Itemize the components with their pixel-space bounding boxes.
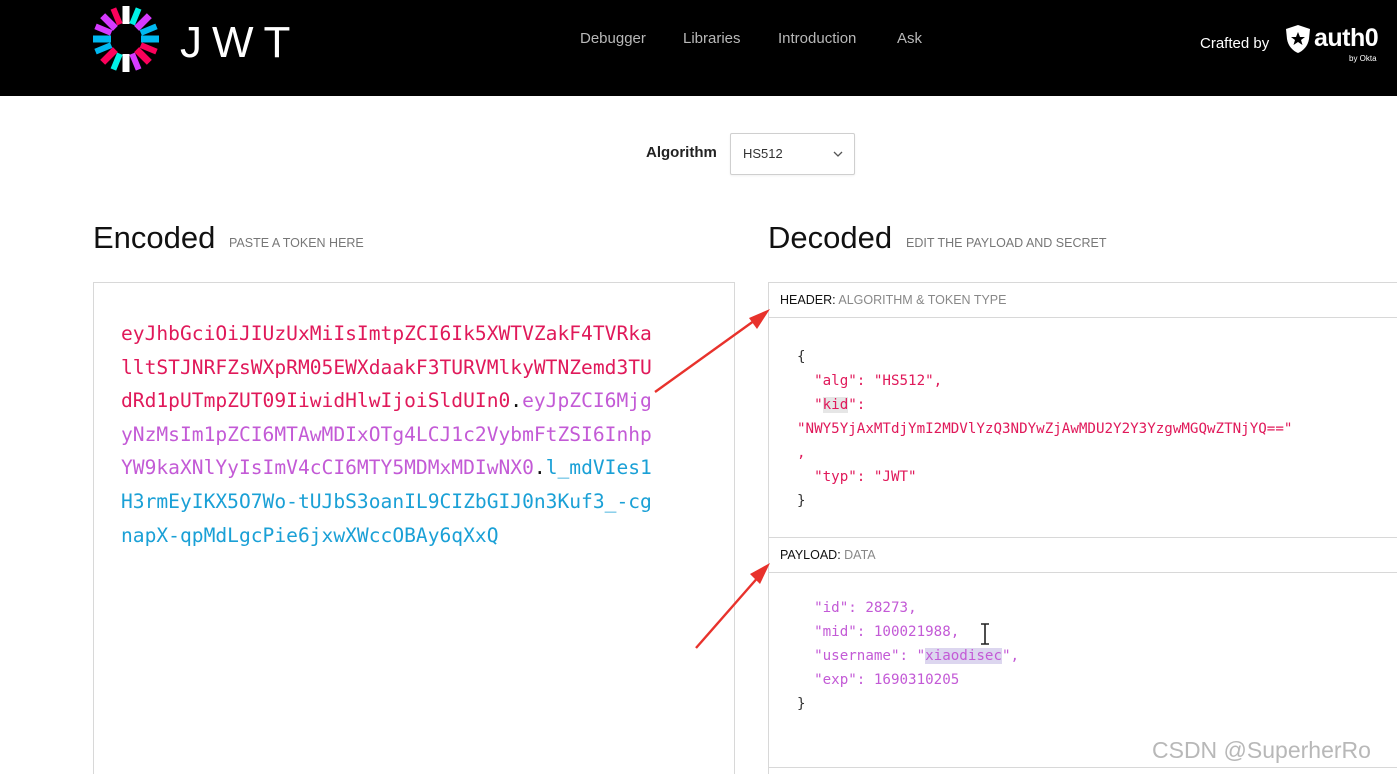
nav-ask[interactable]: Ask <box>897 30 922 47</box>
by-okta-label: by Okta <box>1349 54 1377 63</box>
payload-username-value: xiaodisec <box>925 648 1002 664</box>
header-kid-line[interactable]: "NWY5YjAxMTdjYmI2MDVlYzQ3NDYwZjAwMDU2Y2Y… <box>797 417 1292 441</box>
watermark: CSDN @SuperherRo <box>1152 737 1371 763</box>
payload-id-value: 28273 <box>865 600 909 616</box>
header-json-editor[interactable]: { "alg": "HS512", "kid": <box>797 345 942 417</box>
payload-label: PAYLOAD: <box>780 548 841 562</box>
encoded-token-text[interactable]: eyJhbGciOiJIUzUxMiIsImtpZCI6Ik5XWTVZakF4… <box>121 317 661 552</box>
decoded-title: Decoded <box>768 220 893 255</box>
payload-json-editor[interactable]: "id": 28273, "mid": 100021988, "username… <box>797 596 1019 716</box>
text-cursor-icon <box>981 623 989 645</box>
encoded-subtitle: PASTE A TOKEN HERE <box>229 236 364 250</box>
header-sublabel: ALGORITHM & TOKEN TYPE <box>838 293 1007 307</box>
top-nav-bar: JWT Debugger Libraries Introduction Ask … <box>0 0 1397 96</box>
algorithm-value: HS512 <box>743 146 783 161</box>
header-section-title: HEADER: ALGORITHM & TOKEN TYPE <box>769 283 1397 318</box>
nav-debugger[interactable]: Debugger <box>580 30 646 47</box>
token-dot: . <box>510 389 523 413</box>
encoded-title: Encoded <box>93 220 216 255</box>
decoded-subtitle: EDIT THE PAYLOAD AND SECRET <box>906 236 1107 250</box>
header-alg-value: HS512 <box>882 373 926 389</box>
token-dot: . <box>533 456 546 480</box>
auth0-shield-icon[interactable] <box>1284 24 1312 54</box>
nav-introduction[interactable]: Introduction <box>778 30 856 47</box>
main-nav: Debugger Libraries Introduction Ask <box>0 30 1397 50</box>
header-kid-key: kid <box>822 397 849 413</box>
nav-libraries[interactable]: Libraries <box>683 30 741 47</box>
algorithm-select[interactable]: HS512 <box>730 133 855 175</box>
auth0-wordmark[interactable]: auth0 <box>1314 24 1379 53</box>
payload-exp-value: 1690310205 <box>873 672 960 688</box>
header-kid-wrap: , <box>797 445 806 461</box>
algorithm-label: Algorithm <box>646 144 717 161</box>
chevron-down-icon <box>833 151 843 157</box>
payload-section-title: PAYLOAD: DATA <box>769 538 1397 573</box>
crafted-by-label: Crafted by <box>1200 35 1270 52</box>
payload-sublabel: DATA <box>844 548 876 562</box>
encoded-token-panel[interactable]: eyJhbGciOiJIUzUxMiIsImtpZCI6Ik5XWTVZakF4… <box>93 282 735 774</box>
header-typ-value: JWT <box>882 469 909 485</box>
header-label: HEADER: <box>780 293 836 307</box>
divider <box>769 767 1397 768</box>
payload-mid-value: 100021988 <box>873 624 951 640</box>
header-kid-value: NWY5YjAxMTdjYmI2MDVlYzQ3NDYwZjAwMDU2Y2Y3… <box>805 421 1284 437</box>
decoded-panel: HEADER: ALGORITHM & TOKEN TYPE { "alg": … <box>768 282 1397 774</box>
header-typ-line[interactable]: "typ": "JWT" } <box>797 465 917 513</box>
